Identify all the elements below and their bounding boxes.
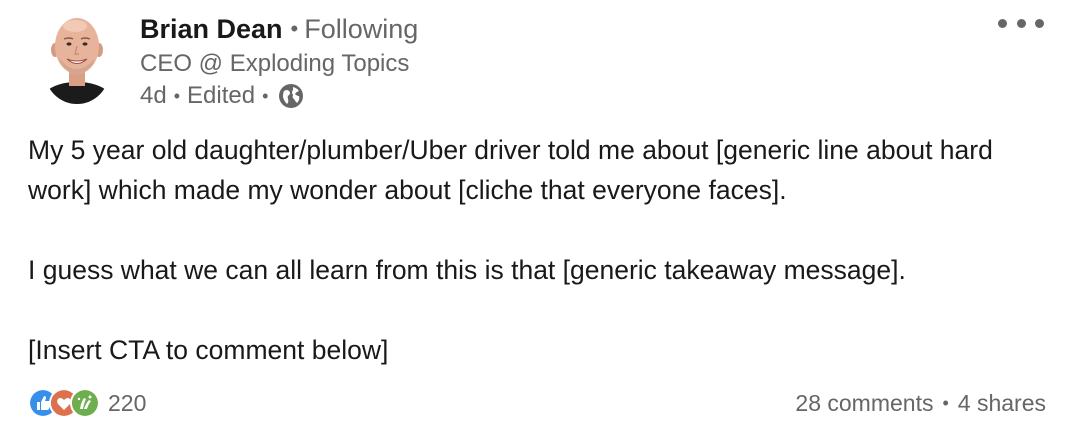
avatar-photo (45, 8, 109, 104)
feed-post: Brian Dean • Following CEO @ Exploding T… (0, 0, 1074, 430)
edited-label: Edited (187, 82, 256, 109)
post-paragraph: I guess what we can all learn from this … (28, 255, 906, 285)
more-horizontal-icon (998, 18, 1007, 28)
shares-count-link[interactable]: 4 shares (958, 390, 1046, 417)
separator-dot: • (262, 85, 269, 106)
post-actor: Brian Dean • Following CEO @ Exploding T… (140, 12, 418, 112)
post-paragraph: [Insert CTA to comment below] (28, 335, 389, 365)
post-meta: 4d • Edited • (140, 80, 418, 112)
more-horizontal-icon (1035, 18, 1044, 28)
reaction-count: 220 (108, 389, 147, 416)
globe-icon (279, 84, 304, 108)
separator-dot: • (942, 392, 949, 413)
follow-status[interactable]: Following (304, 14, 418, 45)
post-paragraph: My 5 year old daughter/plumber/Uber driv… (28, 135, 993, 205)
post-commentary: My 5 year old daughter/plumber/Uber driv… (28, 130, 1048, 370)
actor-name-line: Brian Dean • Following (140, 12, 418, 46)
post-time: 4d (140, 82, 167, 109)
author-headline: CEO @ Exploding Topics (140, 50, 410, 77)
reactions-summary[interactable]: 220 (28, 388, 146, 418)
celebrate-icon (70, 388, 100, 418)
separator-dot: • (290, 16, 299, 41)
reaction-icons (28, 388, 100, 418)
more-horizontal-icon (1016, 18, 1026, 28)
more-options-button[interactable] (998, 10, 1044, 36)
comments-shares: 28 comments • 4 shares (795, 390, 1046, 417)
author-avatar[interactable] (45, 8, 109, 104)
author-name[interactable]: Brian Dean (140, 14, 283, 45)
social-counts: 220 28 comments • 4 shares (28, 385, 1046, 421)
comments-count-link[interactable]: 28 comments (795, 390, 933, 417)
separator-dot: • (173, 85, 181, 106)
